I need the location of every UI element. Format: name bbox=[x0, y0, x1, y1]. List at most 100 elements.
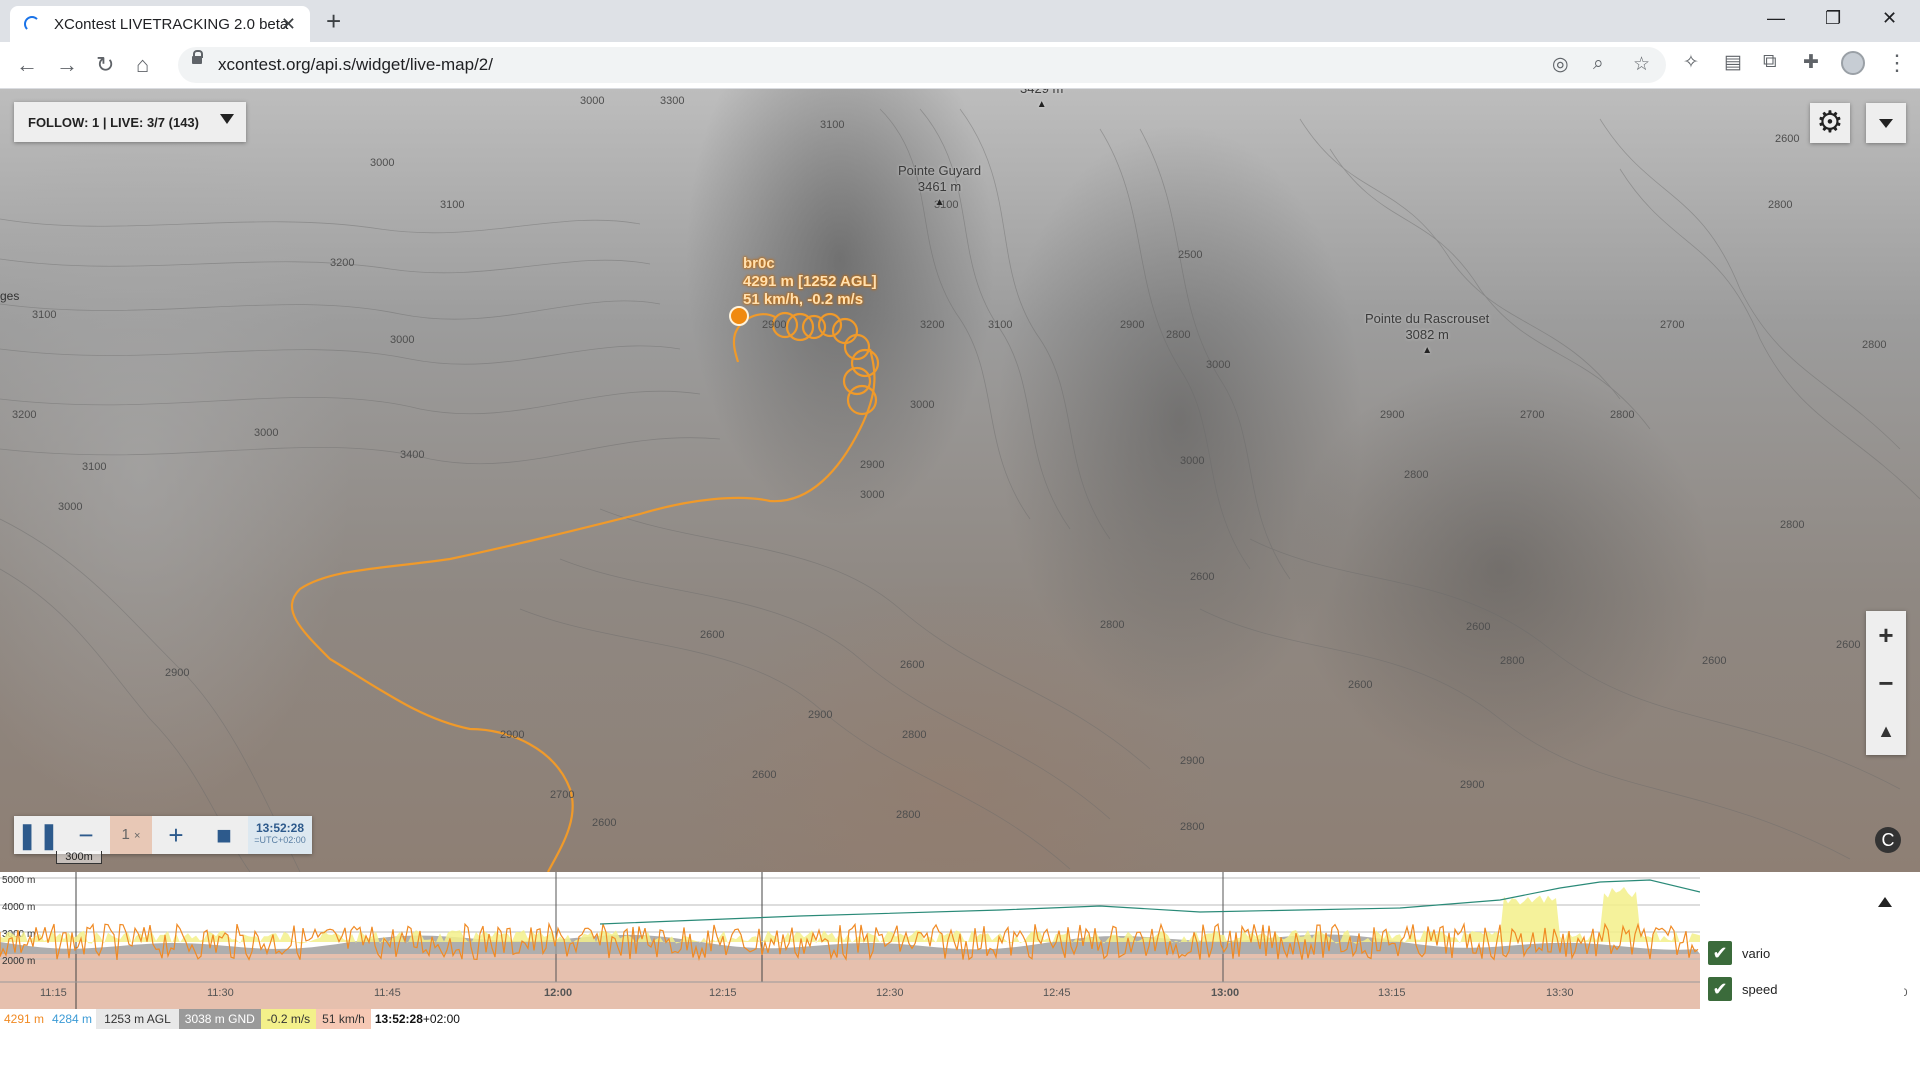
contour-label: 2900 bbox=[1120, 319, 1145, 331]
contour-label: 2600 bbox=[1836, 639, 1861, 651]
pause-button[interactable]: ❚❚ bbox=[14, 816, 62, 854]
pilot-label[interactable]: br0c 4291 m [1252 AGL] 51 km/h, -0.2 m/s bbox=[743, 255, 877, 309]
location-icon[interactable]: ◎ bbox=[1552, 53, 1569, 76]
forward-icon[interactable]: → bbox=[56, 52, 78, 78]
back-icon[interactable]: ← bbox=[16, 52, 38, 78]
contour-label: 2600 bbox=[1466, 621, 1491, 633]
contour-label: 3100 bbox=[32, 309, 57, 321]
contour-label: 2700 bbox=[550, 789, 575, 801]
playback-timezone: =UTC+02:00 bbox=[254, 835, 306, 845]
contour-label: 3300 bbox=[660, 95, 685, 107]
y-axis-label: 4000 m bbox=[2, 902, 35, 913]
legend-item-speed[interactable]: ✔ speed bbox=[1708, 977, 1777, 1001]
north-arrow-icon[interactable]: ▲ bbox=[1866, 707, 1906, 755]
menu-icon[interactable]: ⋮ bbox=[1886, 50, 1908, 76]
minimize-window-button[interactable]: — bbox=[1767, 8, 1785, 29]
contour-label: 2800 bbox=[1610, 409, 1635, 421]
profile-svg: 5000 m4000 m3000 m2000 m11:15 11:30 11:45 1… bbox=[0, 872, 1920, 1009]
status-speed: 51 km/h bbox=[316, 1009, 371, 1029]
browser-tab[interactable]: XContest LIVETRACKING 2.0 beta ✕ bbox=[10, 6, 310, 42]
x-axis-label: 12:15 bbox=[709, 987, 737, 999]
contour-label: 3000 bbox=[1206, 359, 1231, 371]
loading-spinner-icon bbox=[24, 16, 40, 32]
pilot-name: br0c bbox=[743, 255, 775, 272]
extension-icon[interactable]: ▤ bbox=[1724, 51, 1742, 74]
peak-elevation: 3461 m bbox=[917, 179, 962, 194]
zoom-icon[interactable]: ⌕ bbox=[1593, 53, 1604, 75]
zoom-out-button[interactable]: − bbox=[1866, 659, 1906, 707]
y-axis-label: 5000 m bbox=[2, 875, 35, 886]
status-gps-altitude: 4284 m bbox=[52, 1012, 93, 1026]
peak-marker[interactable]: Pointe Guyard 3461 m ▲ bbox=[898, 163, 981, 211]
legend-label: speed bbox=[1742, 981, 1778, 997]
close-window-button[interactable]: ✕ bbox=[1882, 8, 1897, 29]
pilot-altitude: 4291 m [1252 AGL] bbox=[743, 273, 877, 290]
x-axis-label: 11:45 bbox=[374, 987, 401, 999]
status-time: 13:52:28 bbox=[374, 1012, 423, 1026]
contour-label: 2800 bbox=[1768, 199, 1793, 211]
stop-button[interactable]: ■ bbox=[200, 816, 248, 854]
contour-label: 2900 bbox=[165, 667, 190, 679]
extension-icon[interactable]: ✧ bbox=[1683, 51, 1699, 74]
home-icon[interactable]: ⌂ bbox=[136, 52, 149, 78]
playback-speed[interactable]: 1 × bbox=[110, 816, 152, 854]
contour-label: 2600 bbox=[1702, 655, 1727, 667]
compass-button[interactable]: C bbox=[1875, 827, 1901, 853]
live-map[interactable]: 3000 3300 3100 3000 3100 3200 3100 3000 … bbox=[0, 89, 1920, 872]
tab-close-icon[interactable]: ✕ bbox=[281, 14, 296, 35]
settings-gear-icon[interactable]: ⚙ bbox=[1810, 103, 1850, 143]
x-axis-label: 13:15 bbox=[1378, 987, 1406, 999]
zoom-in-button[interactable]: + bbox=[1866, 611, 1906, 659]
contour-label: 2900 bbox=[860, 459, 885, 471]
chart-legend: ✔ vario ✔ speed bbox=[1700, 885, 1904, 1007]
contour-label: 3000 bbox=[58, 501, 83, 513]
peak-marker[interactable]: Pointe du Rascrouset 3082 m ▲ bbox=[1365, 311, 1489, 359]
contour-label: 3100 bbox=[82, 461, 107, 473]
altitude-profile-chart[interactable]: 5000 m 4000 m 3000 m 2000 m 11:15 11:30 11:45 1… bbox=[0, 872, 1920, 1009]
collapse-legend-icon[interactable] bbox=[1878, 897, 1892, 907]
peak-marker[interactable]: 3429 m ▲ bbox=[1020, 89, 1063, 113]
contour-label: 2600 bbox=[1775, 133, 1800, 145]
x-axis-label: 13:30 bbox=[1546, 987, 1574, 999]
new-tab-button[interactable]: + bbox=[326, 6, 341, 37]
contour-label: 2800 bbox=[896, 809, 921, 821]
legend-item-vario[interactable]: ✔ vario bbox=[1708, 941, 1770, 965]
peak-triangle-icon: ▲ bbox=[1422, 345, 1433, 356]
tab-title: XContest LIVETRACKING 2.0 beta bbox=[54, 15, 289, 33]
checkbox-checked-icon[interactable]: ✔ bbox=[1708, 977, 1732, 1001]
profile-icon[interactable] bbox=[1841, 51, 1865, 75]
lock-icon bbox=[192, 50, 203, 64]
contour-label: 2900 bbox=[1380, 409, 1405, 421]
map-menu-dropdown[interactable] bbox=[1866, 103, 1906, 143]
checkbox-checked-icon[interactable]: ✔ bbox=[1708, 941, 1732, 965]
follow-label: FOLLOW: 1 | LIVE: 3/7 (143) bbox=[28, 114, 199, 130]
speed-value: 1 bbox=[121, 826, 130, 843]
extension-icon[interactable]: ⧉ bbox=[1763, 51, 1777, 73]
browser-tab-strip: XContest LIVETRACKING 2.0 beta ✕ + — ❐ ✕ bbox=[0, 0, 1920, 42]
x-axis-label: 12:30 bbox=[876, 987, 904, 999]
restore-window-button[interactable]: ❐ bbox=[1825, 8, 1841, 29]
slower-button[interactable]: − bbox=[62, 816, 110, 854]
contour-label: 2900 bbox=[1180, 755, 1205, 767]
contour-label: 2800 bbox=[1100, 619, 1125, 631]
x-axis-label: 12:45 bbox=[1043, 987, 1071, 999]
follow-dropdown[interactable]: FOLLOW: 1 | LIVE: 3/7 (143) bbox=[14, 102, 246, 142]
contour-label: 2800 bbox=[1780, 519, 1805, 531]
star-icon[interactable]: ☆ bbox=[1633, 53, 1650, 76]
status-altitude: 4291 m bbox=[4, 1012, 45, 1026]
contour-label: 3000 bbox=[860, 489, 885, 501]
peak-elevation: 3429 m bbox=[1020, 89, 1063, 97]
contour-label: 2800 bbox=[902, 729, 927, 741]
contour-label: 3000 bbox=[910, 399, 935, 411]
playback-controls: ❚❚ − 1 × + ■ 13:52:28 =UTC+02:00 bbox=[14, 816, 312, 854]
pilot-speed-vario: 51 km/h, -0.2 m/s bbox=[743, 291, 864, 308]
reload-icon[interactable]: ↻ bbox=[96, 52, 114, 78]
playback-time-value: 13:52:28 bbox=[255, 821, 305, 835]
contour-label: 2600 bbox=[1348, 679, 1373, 691]
faster-button[interactable]: + bbox=[152, 816, 200, 854]
contour-label: 2500 bbox=[1178, 249, 1203, 261]
address-bar[interactable]: xcontest.org/api.s/widget/live-map/2/ ◎ … bbox=[178, 47, 1666, 83]
extensions-puzzle-icon[interactable]: ✚ bbox=[1803, 51, 1819, 74]
status-gnd: 3038 m GND bbox=[178, 1009, 261, 1029]
speed-unit: × bbox=[134, 830, 141, 842]
